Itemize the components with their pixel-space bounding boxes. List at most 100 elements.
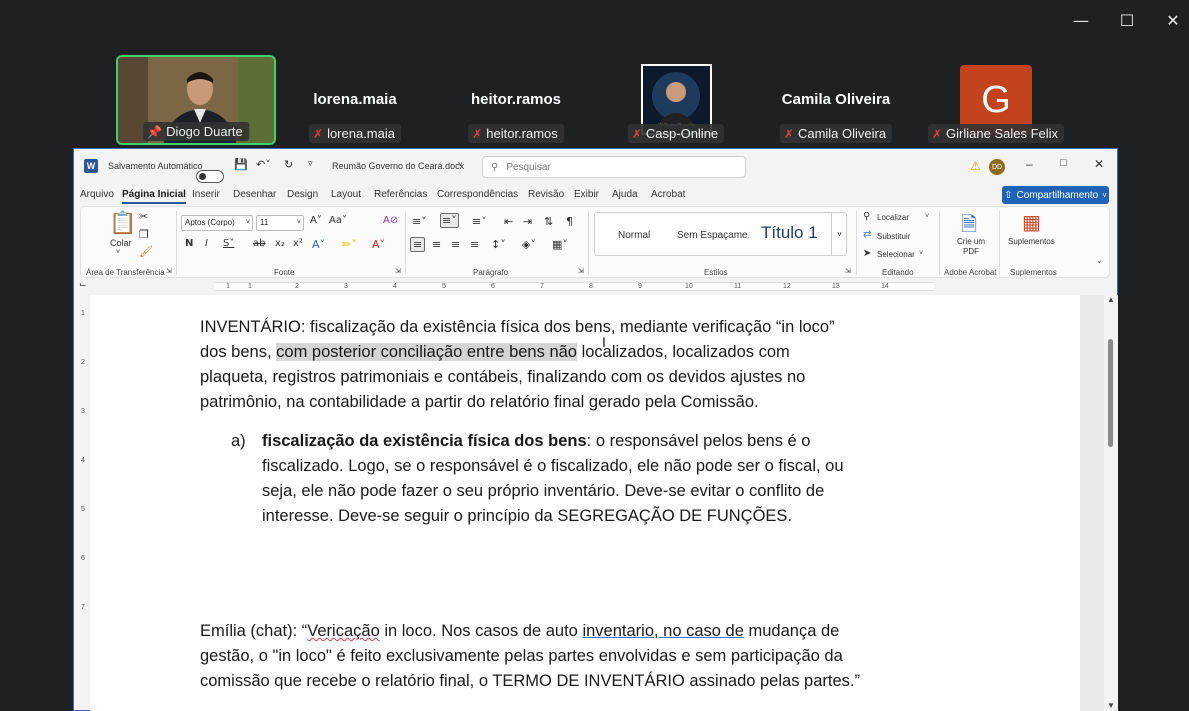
tab-revisao[interactable]: Revisão xyxy=(528,189,564,200)
multilevel-list-icon[interactable]: ≡˅ xyxy=(472,215,487,228)
list-item-a[interactable]: fiscalização da existência física dos be… xyxy=(262,429,952,529)
numbering-icon[interactable]: ≡˅ xyxy=(440,213,459,228)
find-icon[interactable]: ⚲ xyxy=(863,211,870,222)
align-left-icon[interactable]: ≡ xyxy=(410,237,426,252)
close-icon[interactable]: ✕ xyxy=(1161,8,1185,32)
paste-button[interactable]: Colar xyxy=(110,238,132,248)
search-box[interactable]: ⚲ Pesquisar xyxy=(482,156,746,178)
tab-ajuda[interactable]: Ajuda xyxy=(612,189,638,200)
tab-pagina-inicial[interactable]: Página Inicial xyxy=(122,189,186,204)
select-button[interactable]: Selecionar xyxy=(877,250,915,259)
cut-icon[interactable]: ✂ xyxy=(139,210,148,223)
align-right-icon[interactable]: ≡ xyxy=(451,238,460,251)
underline-icon[interactable]: S˅ xyxy=(223,238,234,249)
user-avatar[interactable]: DD xyxy=(989,159,1005,175)
dialog-launcher-icon[interactable]: ⇲ xyxy=(395,267,401,275)
participant-tile-heitor[interactable]: heitor.ramos ✗ heitor.ramos xyxy=(438,55,594,145)
shading-icon[interactable]: ◈˅ xyxy=(522,238,536,251)
select-icon[interactable]: ➤ xyxy=(863,248,871,259)
chevron-down-icon[interactable]: ˅ xyxy=(919,250,923,257)
increase-indent-icon[interactable]: ⇥ xyxy=(523,215,532,228)
paragraph-inventario[interactable]: INVENTÁRIO: fiscalização da existência f… xyxy=(200,315,960,415)
dialog-launcher-icon[interactable]: ⇲ xyxy=(166,267,172,275)
chevron-down-icon[interactable]: ˅ xyxy=(925,213,929,220)
paragraph-emilia-chat[interactable]: Emília (chat): “Vericação in loco. Nos c… xyxy=(200,619,1000,694)
tab-design[interactable]: Design xyxy=(287,189,318,200)
styles-gallery[interactable]: Normal Sem Espaçame... Título 1 ˅ xyxy=(594,212,847,256)
dialog-launcher-icon[interactable]: ⇲ xyxy=(578,267,584,275)
grammar-suggestion[interactable]: inventario, no caso de xyxy=(582,622,743,640)
style-heading-1[interactable]: Título 1 xyxy=(761,223,818,243)
scrollbar-thumb[interactable] xyxy=(1108,339,1113,447)
italic-icon[interactable]: I xyxy=(205,238,208,249)
addins-button[interactable]: Suplementos xyxy=(1008,237,1055,246)
styles-expand-icon[interactable]: ˅ xyxy=(831,213,847,255)
paste-icon[interactable]: 📋 xyxy=(109,211,136,236)
addins-icon[interactable]: ▦ xyxy=(1022,210,1041,234)
bold-icon[interactable]: N xyxy=(185,238,193,249)
line-spacing-icon[interactable]: ↕˅ xyxy=(491,238,506,251)
clear-format-icon[interactable]: A⊘ xyxy=(383,215,398,226)
superscript-icon[interactable]: x² xyxy=(293,238,303,249)
participant-tile-lorena[interactable]: lorena.maia ✗ lorena.maia xyxy=(280,55,430,145)
chevron-down-icon[interactable]: ˅ xyxy=(458,160,463,169)
spelling-error[interactable]: Vericação xyxy=(307,622,379,640)
font-size-select[interactable]: 11 ˅ xyxy=(256,215,304,231)
horizontal-ruler[interactable]: ⌙ 1 1 2 3 4 5 6 7 8 9 10 11 12 13 14 xyxy=(74,280,1117,294)
vertical-ruler[interactable]: 1 2 3 4 5 6 7 xyxy=(80,295,90,711)
tab-correspondencias[interactable]: Correspondências xyxy=(437,189,518,200)
shrink-font-icon[interactable]: Aa˅ xyxy=(329,215,347,226)
participant-tile-girliane[interactable]: G ✗ Girliane Sales Felix xyxy=(918,55,1074,145)
tab-referencias[interactable]: Referências xyxy=(374,189,427,200)
text-effects-icon[interactable]: A˅ xyxy=(312,238,325,251)
subscript-icon[interactable]: x₂ xyxy=(275,238,285,249)
font-name-select[interactable]: Aptos (Corpo) ˅ xyxy=(181,215,253,231)
share-button[interactable]: ⇧ Compartilhamento ˅ xyxy=(1002,186,1109,204)
font-color-icon[interactable]: A˅ xyxy=(372,238,385,251)
chevron-down-icon[interactable]: ˅ xyxy=(116,249,120,256)
redo-icon[interactable]: ↻ xyxy=(284,158,293,171)
borders-icon[interactable]: ▦˅ xyxy=(552,238,568,251)
tab-inserir[interactable]: Inserir xyxy=(192,189,220,200)
collapse-ribbon-icon[interactable]: ˅ xyxy=(1097,261,1102,271)
strikethrough-icon[interactable]: ab xyxy=(253,238,265,249)
show-marks-icon[interactable]: ¶ xyxy=(566,215,573,228)
style-normal[interactable]: Normal xyxy=(618,230,650,241)
maximize-icon[interactable]: □ xyxy=(1060,157,1067,169)
warning-icon[interactable]: ⚠ xyxy=(970,159,981,173)
sort-icon[interactable]: ⇅ xyxy=(544,215,553,228)
decrease-indent-icon[interactable]: ⇤ xyxy=(504,215,513,228)
document-title[interactable]: Reumão Governo do Ceará.docx xyxy=(332,161,464,171)
replace-icon[interactable]: ⇄ xyxy=(863,229,871,240)
vertical-scrollbar[interactable]: ▲ ▼ xyxy=(1104,295,1118,711)
justify-icon[interactable]: ≡ xyxy=(470,238,479,251)
find-button[interactable]: Localizar xyxy=(877,213,909,222)
maximize-icon[interactable]: ☐ xyxy=(1115,8,1139,32)
copy-icon[interactable]: ❐ xyxy=(139,228,149,241)
tab-acrobat[interactable]: Acrobat xyxy=(651,189,685,200)
tab-arquivo[interactable]: Arquivo xyxy=(80,189,114,200)
tab-layout[interactable]: Layout xyxy=(331,189,361,200)
bullets-icon[interactable]: ≡˅ xyxy=(412,215,427,228)
create-pdf-button[interactable]: Crie um PDF xyxy=(955,237,987,257)
participant-tile-diogo[interactable]: 📌 Diogo Duarte xyxy=(116,55,276,145)
format-painter-icon[interactable]: 🖌 xyxy=(139,245,153,258)
customize-toolbar-icon[interactable]: ▿ xyxy=(308,159,313,169)
participant-tile-camila[interactable]: Camila Oliveira ✗ Camila Oliveira xyxy=(758,55,914,145)
style-no-spacing[interactable]: Sem Espaçame... xyxy=(677,230,749,241)
tab-exibir[interactable]: Exibir xyxy=(574,189,599,200)
undo-icon[interactable]: ↶˅ xyxy=(256,158,271,171)
participant-tile-casp[interactable]: Wellington Nogueira ✗ Casp-Online xyxy=(598,55,754,145)
grow-font-icon[interactable]: A˅ xyxy=(310,215,322,226)
minimize-icon[interactable]: – xyxy=(1026,157,1033,171)
autosave-toggle[interactable] xyxy=(196,169,224,183)
dialog-launcher-icon[interactable]: ⇲ xyxy=(845,267,851,275)
close-icon[interactable]: ✕ xyxy=(1094,157,1104,171)
replace-button[interactable]: Substituir xyxy=(877,232,910,241)
align-center-icon[interactable]: ≡ xyxy=(432,238,441,251)
selected-text[interactable]: com posterior conciliação entre bens não xyxy=(276,343,577,361)
tab-desenhar[interactable]: Desenhar xyxy=(233,189,276,200)
document-canvas[interactable]: INVENTÁRIO: fiscalização da existência f… xyxy=(90,295,1106,711)
document-page[interactable]: INVENTÁRIO: fiscalização da existência f… xyxy=(90,295,1080,711)
scroll-up-icon[interactable]: ▲ xyxy=(1107,295,1115,304)
